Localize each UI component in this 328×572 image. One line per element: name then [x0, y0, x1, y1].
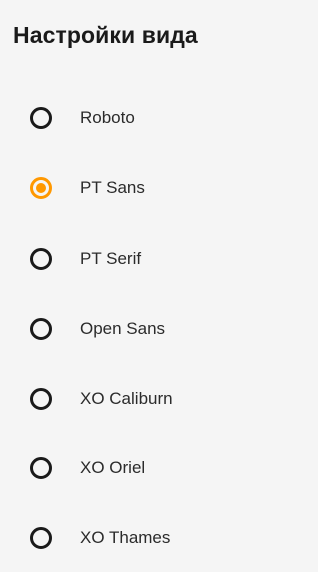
radio-unchecked-icon[interactable] — [30, 107, 52, 129]
radio-checked-icon[interactable] — [30, 177, 52, 199]
font-option-label: PT Serif — [80, 249, 142, 268]
radio-unchecked-icon[interactable] — [30, 388, 52, 410]
font-option-pt-sans[interactable]: PT Sans — [30, 168, 300, 208]
font-option-xo-oriel[interactable]: XO Oriel — [30, 448, 300, 488]
radio-unchecked-icon[interactable] — [30, 527, 52, 549]
font-option-pt-serif[interactable]: PT Serif — [30, 239, 300, 279]
font-option-label: XO Caliburn — [80, 389, 173, 408]
font-option-open-sans[interactable]: Open Sans — [30, 309, 300, 349]
font-option-label: PT Sans — [80, 178, 145, 197]
font-option-xo-caliburn[interactable]: XO Caliburn — [30, 379, 300, 419]
font-settings-panel: Настройки вида Roboto PT Sans PT Serif O… — [0, 0, 318, 572]
radio-unchecked-icon[interactable] — [30, 318, 52, 340]
font-option-roboto[interactable]: Roboto — [30, 98, 300, 138]
radio-dot — [36, 183, 46, 193]
font-option-label: Open Sans — [80, 319, 166, 338]
font-option-label: XO Thames — [80, 528, 171, 547]
radio-unchecked-icon[interactable] — [30, 248, 52, 270]
font-option-label: Roboto — [80, 108, 135, 127]
font-option-xo-thames[interactable]: XO Thames — [30, 518, 300, 558]
radio-unchecked-icon[interactable] — [30, 457, 52, 479]
page-title: Настройки вида — [13, 22, 198, 48]
font-option-label: XO Oriel — [80, 458, 146, 477]
